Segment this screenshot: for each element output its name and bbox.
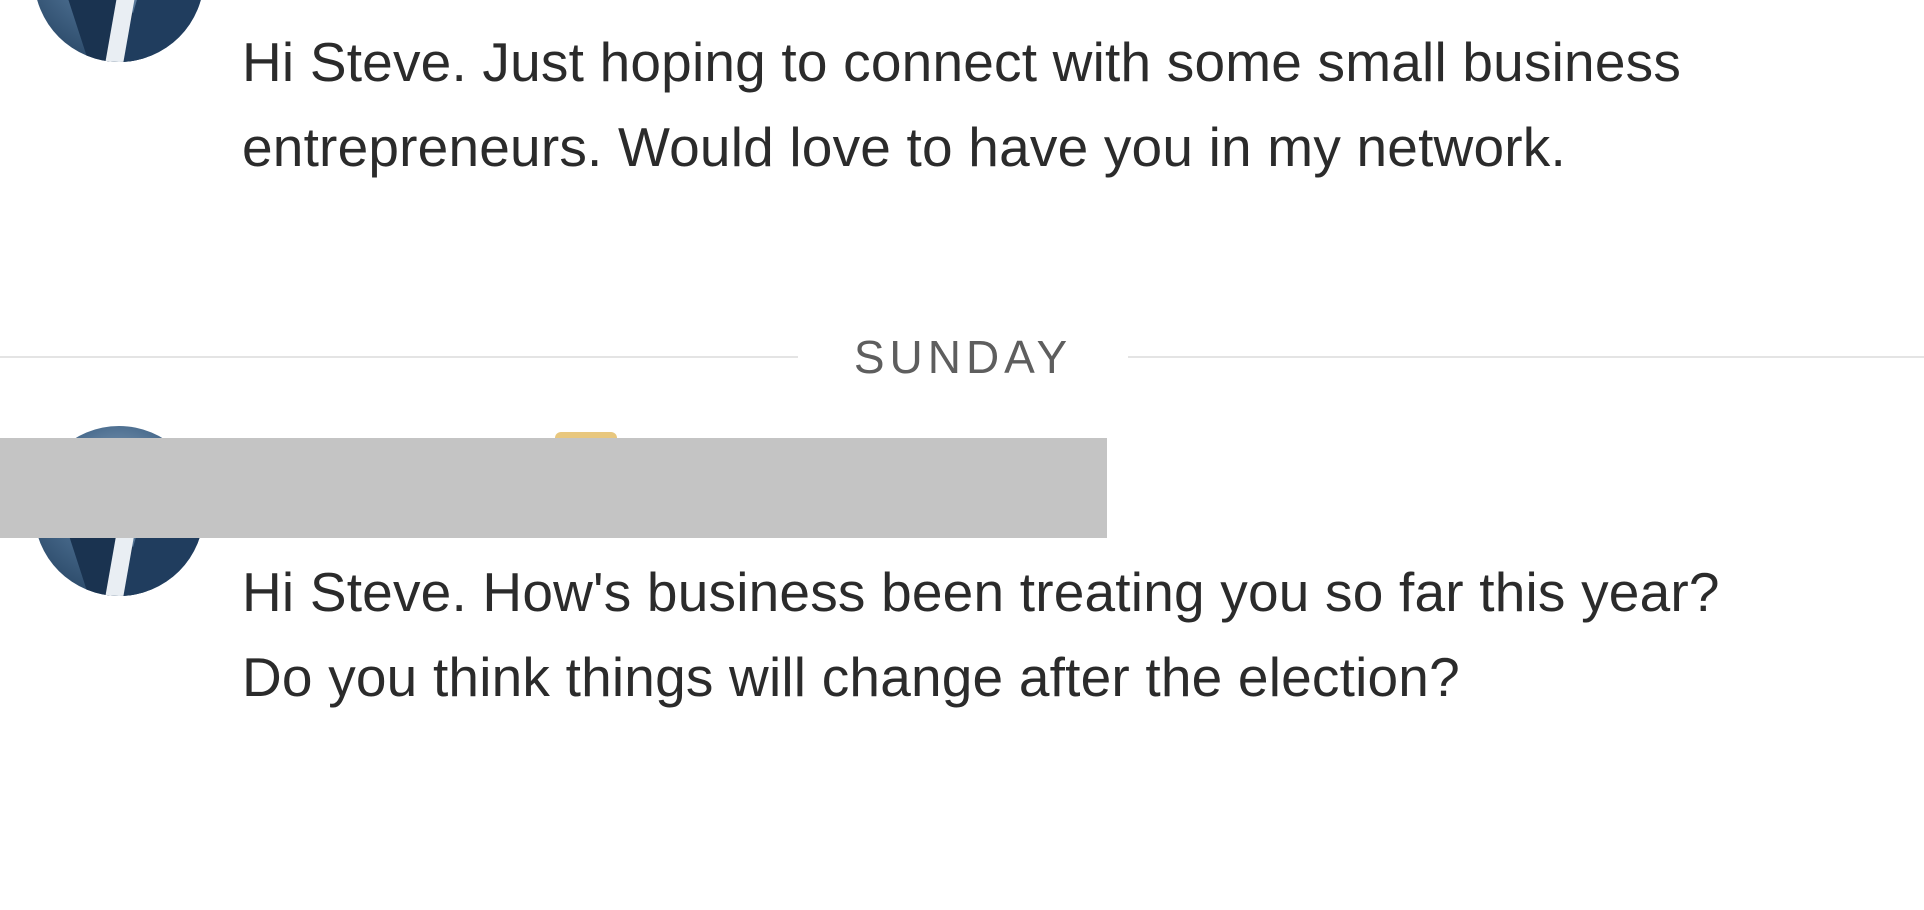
- message-body: Hi Steve. How's business been treating y…: [242, 561, 1720, 708]
- redacted-sender-name: [0, 438, 1107, 538]
- message-thread: Hi Steve. Just hoping to connect with so…: [0, 0, 1924, 910]
- message-body: Hi Steve. Just hoping to connect with so…: [242, 31, 1682, 178]
- sender-name-header: [0, 432, 1107, 538]
- date-divider: SUNDAY: [0, 330, 1924, 384]
- sender-avatar[interactable]: [34, 0, 204, 62]
- divider-line-left: [0, 356, 798, 358]
- date-divider-label: SUNDAY: [853, 331, 1073, 383]
- divider-line-right: [1128, 356, 1924, 358]
